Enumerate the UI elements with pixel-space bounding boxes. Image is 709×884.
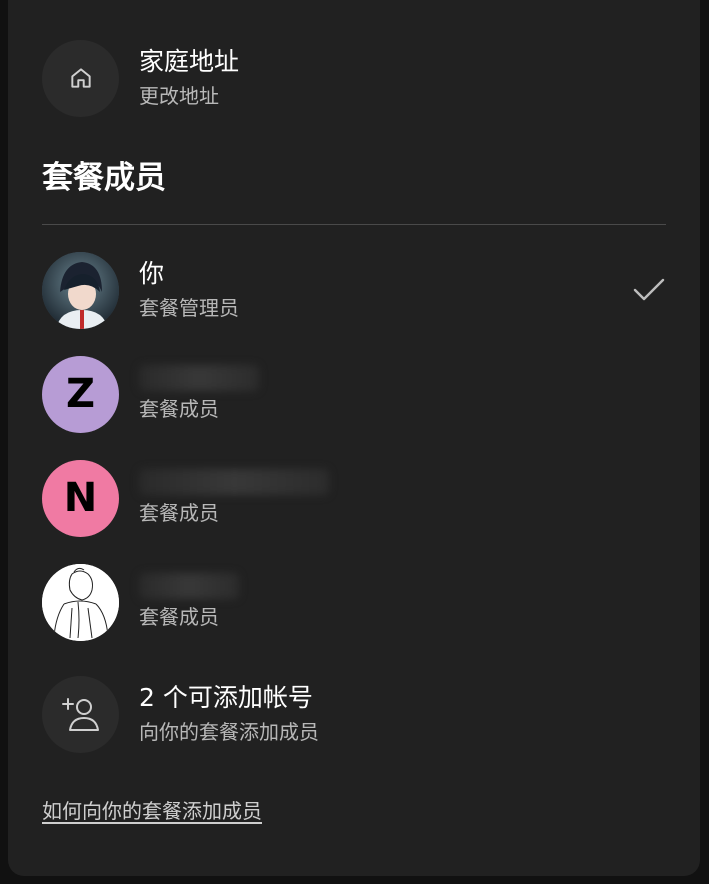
section-title: 套餐成员 [42,160,166,196]
member-row-you[interactable]: 你 套餐管理员 [42,250,666,330]
redacted-name [139,469,329,495]
divider [42,224,666,225]
add-member-title: 2 个可添加帐号 [139,683,313,712]
member-row[interactable]: 套餐成员 [42,562,666,642]
home-address-row[interactable]: 家庭地址 更改地址 [42,38,666,118]
home-address-subtitle: 更改地址 [139,84,219,108]
member-row[interactable]: Z 套餐成员 [42,354,666,434]
avatar [42,563,119,641]
add-person-icon-container [42,675,119,753]
home-icon [70,68,91,88]
member-role: 套餐成员 [139,501,219,525]
member-role: 套餐成员 [139,397,219,421]
add-member-subtitle: 向你的套餐添加成员 [139,720,319,744]
redacted-name [139,573,239,599]
member-row[interactable]: N 套餐成员 [42,458,666,538]
help-link[interactable]: 如何向你的套餐添加成员 [42,797,262,825]
add-member-row[interactable]: 2 个可添加帐号 向你的套餐添加成员 [42,674,666,754]
redacted-name [139,365,259,391]
member-name: 你 [139,259,165,288]
home-icon-container [42,39,119,117]
avatar [42,251,119,329]
member-role: 套餐成员 [139,605,219,629]
anime-avatar-image [42,251,119,329]
avatar: N [42,459,119,537]
member-role: 套餐管理员 [139,296,239,320]
avatar: Z [42,355,119,433]
sketch-avatar-image [42,563,119,641]
add-person-icon [61,698,99,731]
check-icon [633,278,665,301]
family-plan-card: 家庭地址 更改地址 套餐成员 你 套餐管理员 Z 套餐成员 N 套餐成员 套餐成… [8,0,700,876]
avatar-initial: N [63,475,98,521]
home-address-title: 家庭地址 [139,47,240,76]
avatar-initial: Z [65,371,95,417]
